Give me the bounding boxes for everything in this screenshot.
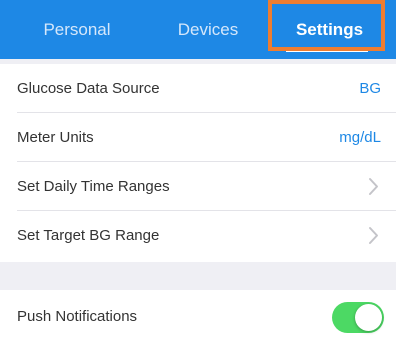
notifications-group: Push Notifications [0,290,396,343]
glucose-data-source-value: BG [359,80,381,97]
toggle-knob [355,304,382,331]
glucose-data-source-label: Glucose Data Source [17,80,160,97]
tab-personal[interactable]: Personal [12,0,142,59]
active-tab-indicator [286,49,368,52]
meter-units-label: Meter Units [17,129,94,146]
meter-units-row[interactable]: Meter Units mg/dL [0,113,396,162]
push-notifications-toggle[interactable] [332,302,384,333]
set-daily-time-ranges-label: Set Daily Time Ranges [17,178,170,195]
push-notifications-label: Push Notifications [17,308,138,325]
chevron-right-icon [366,162,380,211]
settings-group: Glucose Data Source BG Meter Units mg/dL… [0,64,396,262]
meter-units-value: mg/dL [339,129,381,146]
tab-bar: Personal Devices Settings [0,0,396,59]
set-target-bg-range-row[interactable]: Set Target BG Range [0,211,396,260]
set-daily-time-ranges-row[interactable]: Set Daily Time Ranges [0,162,396,211]
chevron-right-icon [366,211,380,260]
push-notifications-row: Push Notifications [0,290,396,343]
glucose-data-source-row[interactable]: Glucose Data Source BG [0,64,396,113]
tab-devices[interactable]: Devices [148,0,268,59]
settings-screen: Personal Devices Settings Glucose Data S… [0,0,396,343]
set-target-bg-range-label: Set Target BG Range [17,227,160,244]
